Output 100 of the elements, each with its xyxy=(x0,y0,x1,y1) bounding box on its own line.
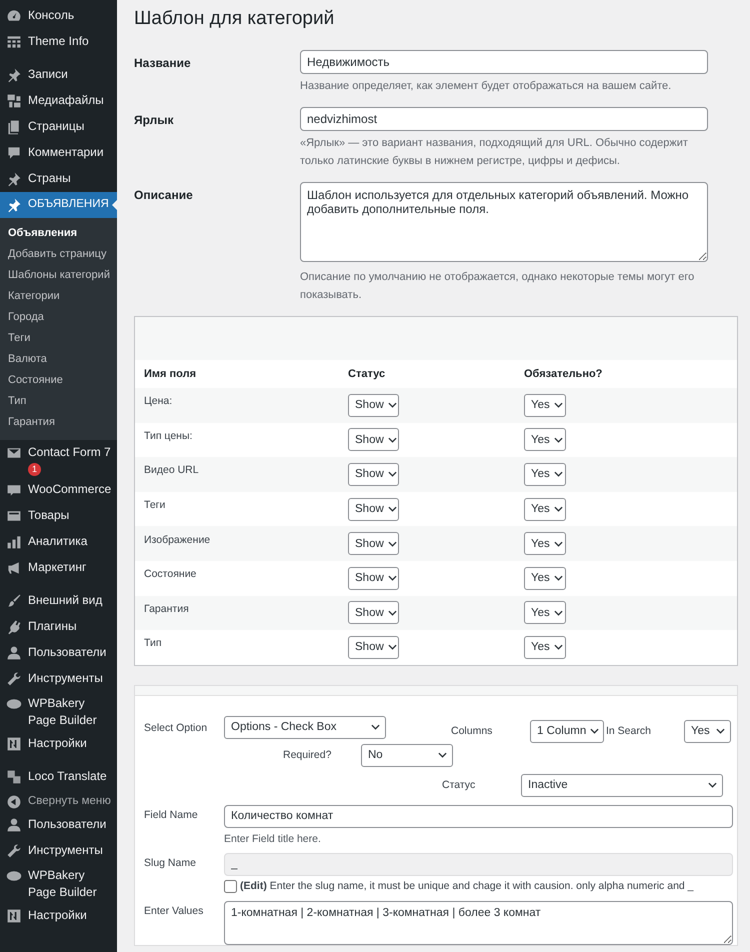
sidebar-item[interactable]: WooCommerce xyxy=(0,477,117,503)
description-field[interactable]: Шаблон используется для отдельных категорий объявлений. Можно добавить дополнительные поля. xyxy=(300,182,708,262)
status-dropdown[interactable]: Show xyxy=(348,636,399,659)
sidebar-item[interactable]: Аналитика xyxy=(0,529,117,555)
status-dropdown[interactable]: Show xyxy=(348,532,399,556)
field-label: Required? xyxy=(283,748,332,763)
wrench-icon xyxy=(6,671,22,687)
field-label: Select Option xyxy=(144,720,208,734)
sidebar-item[interactable]: Contact Form 7 1 xyxy=(0,440,117,477)
sidebar-item[interactable]: Theme Info xyxy=(0,29,117,55)
field-name: Тип цены: xyxy=(144,430,194,442)
sidebar-item[interactable]: Инструменты xyxy=(0,666,117,692)
megaphone-icon xyxy=(6,560,22,576)
sidebar-item[interactable]: Loco Translate xyxy=(0,764,117,790)
status-dropdown[interactable]: Show xyxy=(348,462,399,486)
pin-icon xyxy=(6,67,22,83)
required-dropdown[interactable]: Yes xyxy=(524,601,566,624)
sidebar-item[interactable]: Страницы xyxy=(0,114,117,140)
sidebar-item[interactable]: Внешний вид xyxy=(0,588,117,614)
sidebar-item[interactable]: Страны xyxy=(0,166,117,192)
required-dropdown[interactable]: Yes xyxy=(524,498,566,521)
sidebar-item[interactable]: Настройки xyxy=(0,903,117,929)
sidebar-item[interactable]: Консоль xyxy=(0,3,117,29)
required-dropdown[interactable]: Yes xyxy=(524,428,566,452)
chevron-icon xyxy=(590,728,600,734)
in-search-dropdown[interactable]: Yes xyxy=(684,720,731,743)
gauge-icon xyxy=(6,8,22,24)
count-badge: 1 xyxy=(28,463,41,476)
sidebar-item[interactable]: Медиафайлы xyxy=(0,88,117,114)
field-label: Columns xyxy=(451,724,494,737)
status-dropdown[interactable]: Show xyxy=(348,601,399,624)
sidebar-item[interactable]: WPBakery Page Builder xyxy=(0,864,117,903)
submenu-item[interactable]: Города xyxy=(0,307,117,328)
chevron-icon xyxy=(438,752,447,758)
collapse-menu-button[interactable]: Свернуть меню xyxy=(0,790,117,812)
required-dropdown[interactable]: Yes xyxy=(524,394,566,417)
field-label: Ярлык xyxy=(134,112,175,129)
columns-dropdown[interactable]: 1 Column xyxy=(530,720,604,743)
field-name-input[interactable]: Количество комнат xyxy=(224,804,733,828)
sidebar-item[interactable]: Инструменты xyxy=(0,838,117,864)
required-dropdown[interactable]: Yes xyxy=(524,636,566,659)
cloud-icon xyxy=(6,696,22,712)
required-dropdown[interactable]: Yes xyxy=(524,532,566,556)
column-header: Обязательно? xyxy=(524,368,604,380)
chevron-icon xyxy=(554,471,563,478)
status-dropdown[interactable]: Show xyxy=(348,498,399,521)
chevron-icon xyxy=(388,402,397,408)
sidebar-item[interactable]: Товары xyxy=(0,503,117,529)
pages-icon xyxy=(6,119,22,135)
sidebar-item[interactable]: Плагины xyxy=(0,614,117,640)
status-dropdown[interactable]: Show xyxy=(348,566,399,590)
sidebar-item[interactable]: Пользователи xyxy=(0,640,117,666)
submenu-item[interactable]: Тип xyxy=(0,391,117,412)
chevron-icon xyxy=(371,724,380,730)
field-name: Цена: xyxy=(144,395,174,408)
field-label: Название xyxy=(134,55,192,72)
submenu-item[interactable]: Состояние xyxy=(0,370,117,391)
chevron-icon xyxy=(388,644,397,650)
text-field[interactable]: Недвижимость xyxy=(300,50,708,74)
chevron-icon xyxy=(554,402,563,408)
required-dropdown[interactable]: No xyxy=(361,744,453,767)
submenu-item[interactable]: Объявления xyxy=(0,223,117,244)
speech-bubble-icon xyxy=(6,145,22,161)
bar-chart-icon xyxy=(6,534,22,550)
cloud-icon xyxy=(6,868,22,884)
field-name: Гарантия xyxy=(144,602,190,615)
person-icon xyxy=(6,817,22,833)
envelope-icon xyxy=(6,445,22,461)
sidebar-item[interactable]: Записи xyxy=(0,62,117,88)
submenu-item[interactable]: Шаблоны категорий xyxy=(0,265,117,286)
submenu-item[interactable]: Категории xyxy=(0,286,117,307)
sidebar-item[interactable]: WPBakery Page Builder xyxy=(0,692,117,731)
sidebar-item[interactable]: Маркетинг xyxy=(0,555,117,581)
plug-icon xyxy=(6,619,22,635)
submenu-item[interactable]: Теги xyxy=(0,328,117,349)
submenu-item[interactable]: Гарантия xyxy=(0,412,117,433)
field-name: Состояние xyxy=(144,568,198,580)
chevron-icon xyxy=(388,610,397,616)
status-dropdown[interactable]: Show xyxy=(348,428,399,452)
sidebar-item[interactable]: Комментарии xyxy=(0,140,117,166)
chevron-icon xyxy=(554,506,563,512)
submenu-item[interactable]: Валюта xyxy=(0,349,117,370)
slug-hint: (Edit) Enter the slug name, it must be unique and chage it with causion. only alpha numeric and _ xyxy=(240,880,694,892)
required-dropdown[interactable]: Yes xyxy=(524,462,566,486)
field-label: Enter Values xyxy=(144,904,204,919)
required-dropdown[interactable]: Yes xyxy=(524,566,566,590)
chevron-icon xyxy=(388,436,397,443)
values-field[interactable]: 1-комнатная | 2-комнатная | 3-комнатная | более 3 комнат xyxy=(224,900,733,945)
option-type-dropdown[interactable]: Options - Check Box xyxy=(224,716,386,739)
edit-checkbox[interactable] xyxy=(224,880,237,893)
media-icon xyxy=(6,93,22,109)
sidebar-item[interactable]: Пользователи xyxy=(0,812,117,838)
field-name: Видео URL xyxy=(144,464,200,476)
sidebar-item[interactable]: ОБЪЯВЛЕНИЯ xyxy=(0,192,117,218)
chevron-icon xyxy=(554,644,563,650)
submenu-item[interactable]: Добавить страницу xyxy=(0,244,117,265)
status-dropdown[interactable]: Show xyxy=(348,394,399,417)
status-dropdown[interactable]: Inactive xyxy=(521,774,723,797)
sidebar-item[interactable]: Настройки xyxy=(0,731,117,757)
text-field[interactable]: nedvizhimost xyxy=(300,107,708,131)
